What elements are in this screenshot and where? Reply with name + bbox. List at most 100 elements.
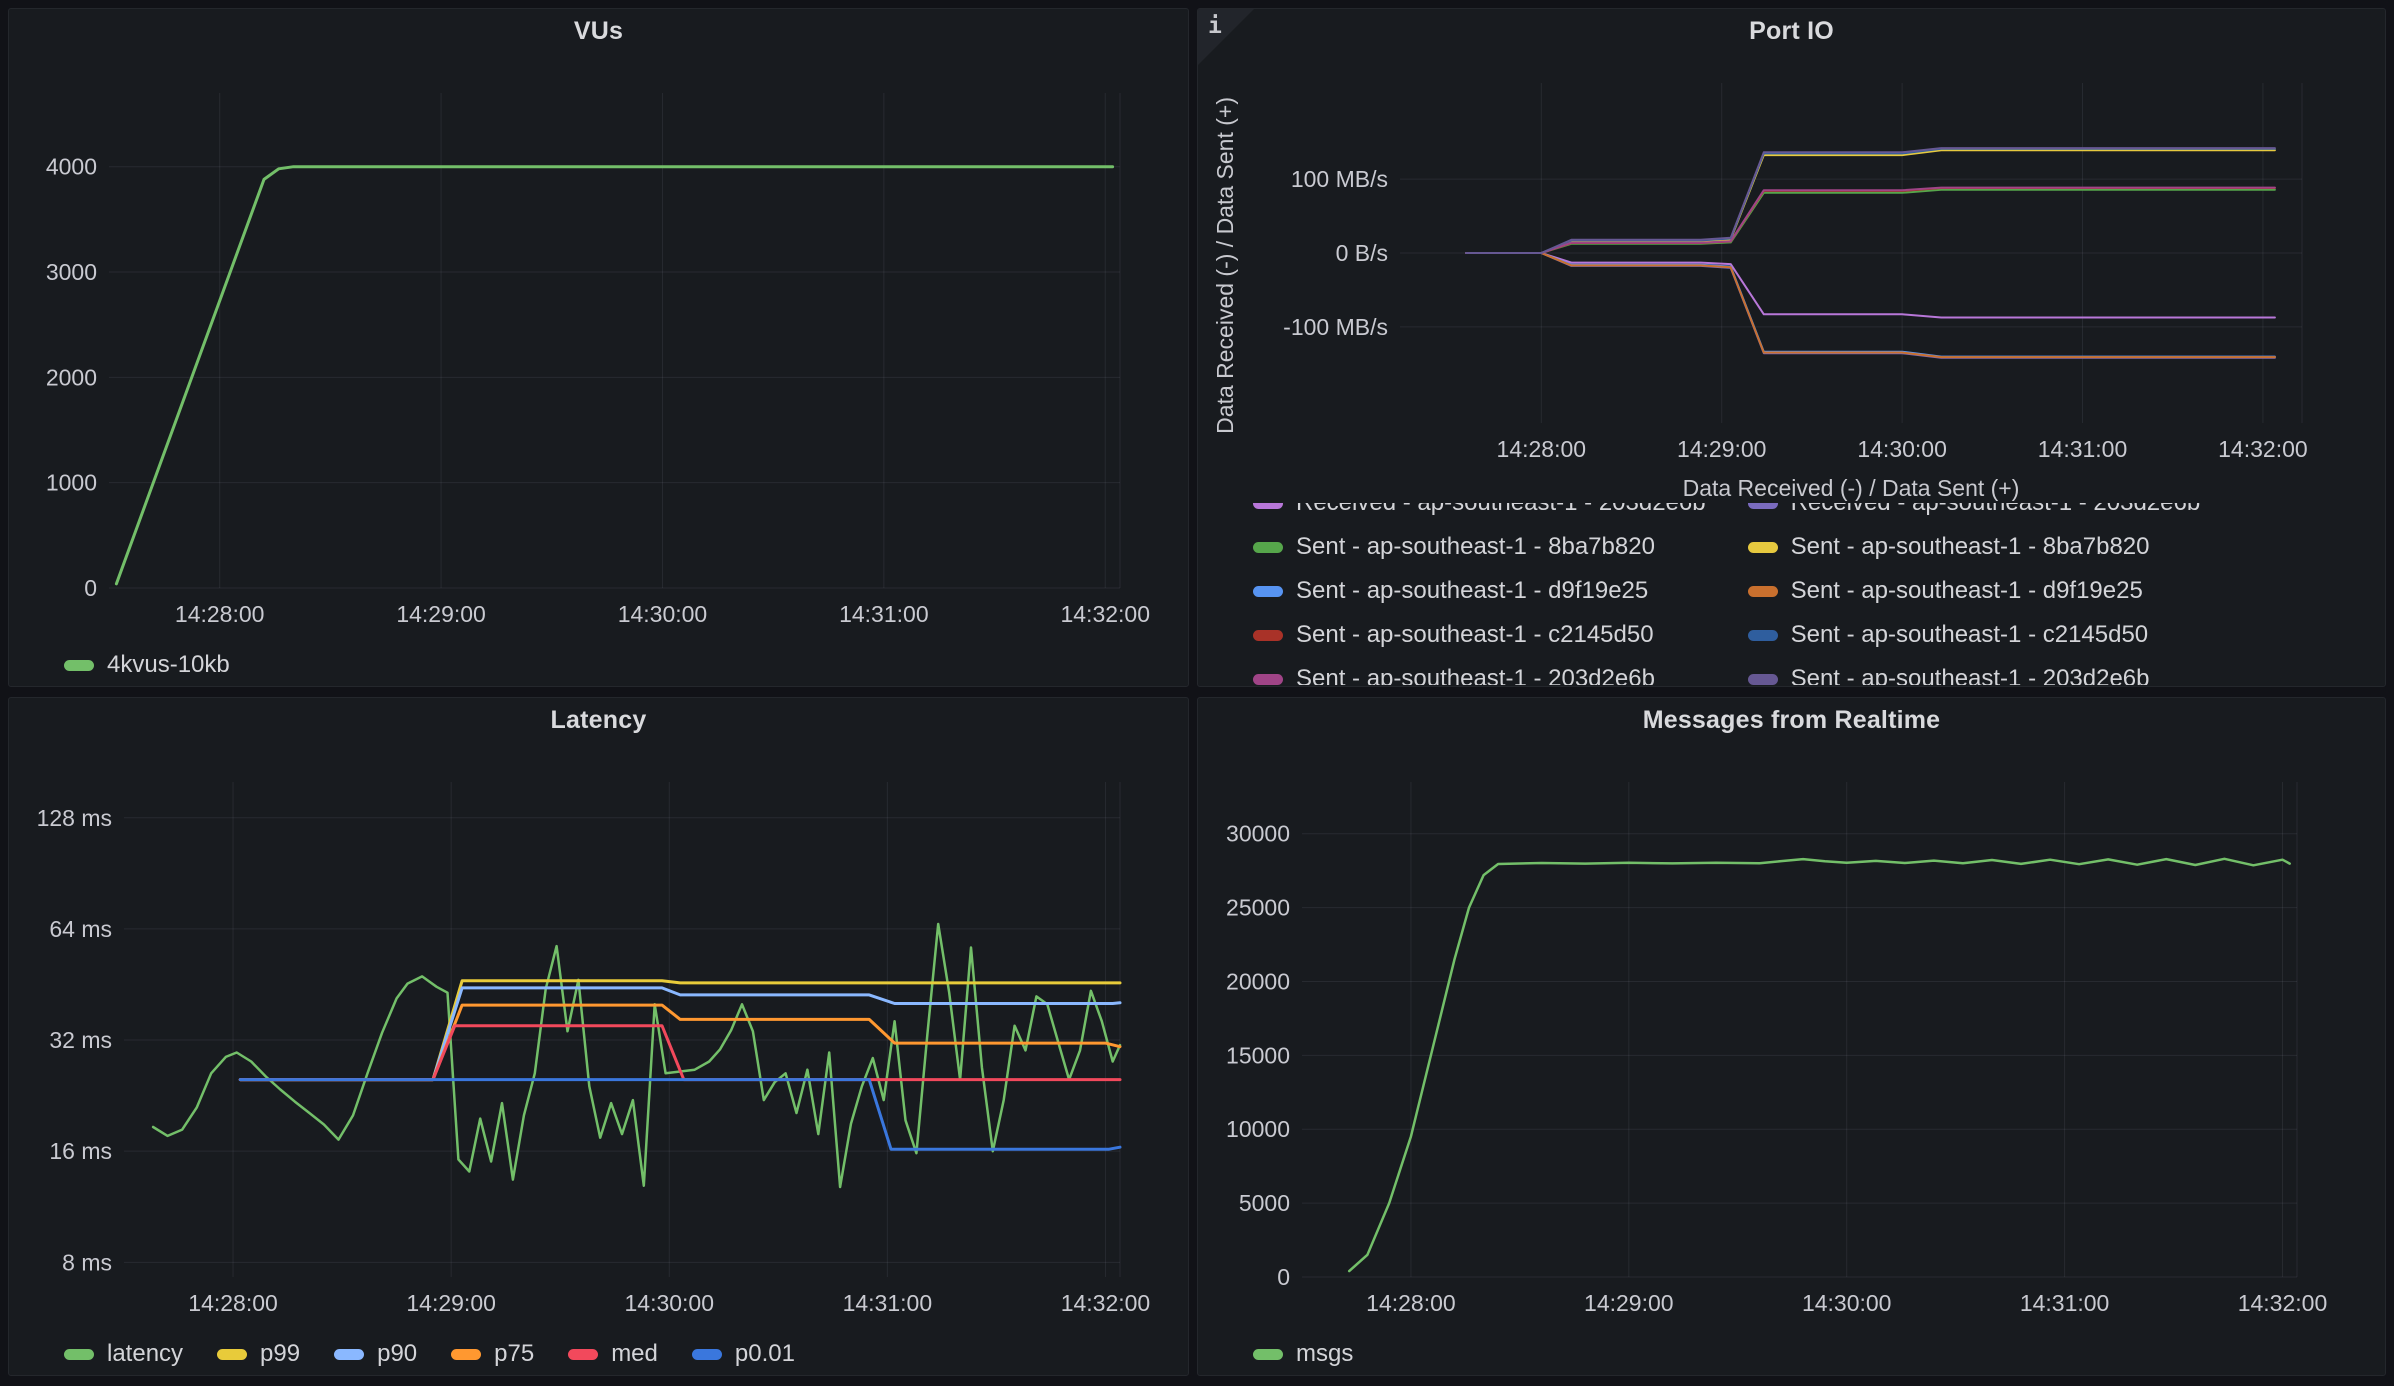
messages-legend: msgs [1198,1332,2385,1376]
series-line[interactable] [1466,150,2275,253]
x-tick-label: 14:29:00 [396,601,486,627]
legend-label: p90 [377,1340,417,1368]
series-line[interactable] [1466,253,2275,357]
vus-chart: 0100020003000400014:28:0014:29:0014:30:0… [9,53,1188,641]
legend-item[interactable]: Sent - ap-southeast-1 - d9f19e25 [1253,569,1706,613]
x-tick-label: 14:29:00 [406,1290,496,1316]
x-tick-label: 14:31:00 [2020,1290,2110,1316]
legend-swatch [1253,630,1283,641]
legend-swatch [1253,542,1283,553]
messages-chart: 05000100001500020000250003000014:28:0014… [1198,742,2385,1330]
series-line[interactable] [240,988,1120,1080]
legend-item[interactable]: Sent - ap-southeast-1 - 203d2e6b [1253,657,1706,685]
legend-swatch [1253,1349,1283,1360]
legend-item[interactable]: Sent - ap-southeast-1 - 8ba7b820 [1253,525,1706,569]
legend-item[interactable]: Sent - ap-southeast-1 - c2145d50 [1253,613,1706,657]
legend-label: p75 [494,1340,534,1368]
legend-item[interactable]: Sent - ap-southeast-1 - c2145d50 [1748,613,2201,657]
legend-item[interactable]: latency [64,1340,183,1368]
series-line[interactable] [1466,149,2275,253]
legend-swatch [1253,503,1283,509]
legend-item[interactable]: p90 [334,1340,417,1368]
panel-title-port-io: Port IO [1198,9,2385,53]
y-tick-label: 8 ms [62,1249,112,1275]
legend-swatch [64,1349,94,1360]
legend-swatch [334,1349,364,1360]
legend-swatch [1748,630,1778,641]
y-tick-label: 30000 [1226,821,1290,847]
legend-swatch [1253,674,1283,685]
series-line[interactable] [1466,253,2275,318]
legend-swatch [1748,674,1778,685]
legend-label: Sent - ap-southeast-1 - 8ba7b820 [1791,533,2150,561]
y-tick-label: 20000 [1226,968,1290,994]
panel-title-messages: Messages from Realtime [1198,698,2385,742]
legend-item[interactable]: msgs [1253,1340,1353,1368]
series-line[interactable] [1466,148,2275,253]
port-io-chart: 100 MB/s0 B/s-100 MB/s14:28:0014:29:0014… [1198,53,2385,473]
legend-item[interactable]: 4kvus-10kb [64,651,230,679]
y-tick-label: 1000 [46,470,97,496]
series-line[interactable] [116,167,1112,584]
x-tick-label: 14:28:00 [175,601,265,627]
y-tick-label: 16 ms [49,1138,112,1164]
x-tick-label: 14:28:00 [188,1290,278,1316]
series-line[interactable] [1466,253,2275,357]
legend-item[interactable]: Received - ap-southeast-1 - 203d2e6b [1748,503,2201,525]
legend-label: p0.01 [735,1340,795,1368]
x-tick-label: 14:28:00 [1366,1290,1456,1316]
legend-label: Sent - ap-southeast-1 - 203d2e6b [1791,665,2150,685]
legend-label: Sent - ap-southeast-1 - 203d2e6b [1296,665,1655,685]
y-tick-label: 100 MB/s [1291,166,1388,192]
y-tick-label: 4000 [46,154,97,180]
legend-item[interactable]: Sent - ap-southeast-1 - 203d2e6b [1748,657,2201,685]
legend-item[interactable]: p0.01 [692,1340,795,1368]
legend-item[interactable]: Sent - ap-southeast-1 - 8ba7b820 [1748,525,2201,569]
legend-label: 4kvus-10kb [107,651,230,679]
legend-label: Sent - ap-southeast-1 - c2145d50 [1296,621,1654,649]
series-line[interactable] [153,924,1120,1187]
x-tick-label: 14:31:00 [843,1290,933,1316]
series-line[interactable] [240,1026,1120,1080]
y-tick-label: 25000 [1226,895,1290,921]
x-tick-label: 14:30:00 [618,601,708,627]
legend-swatch [692,1349,722,1360]
series-line[interactable] [1466,188,2275,253]
port-io-legend: Received - ap-southeast-1 - 203d2e6b Rece… [1198,503,2385,685]
legend-swatch [1748,503,1778,509]
x-tick-label: 14:30:00 [624,1290,714,1316]
legend-swatch [217,1349,247,1360]
port-io-x-axis-label: Data Received (-) / Data Sent (+) [1400,473,2302,503]
series-line[interactable] [1349,859,2290,1271]
y-tick-label: 5000 [1239,1190,1290,1216]
latency-legend: latency p99 p90 p75 med p0.01 [9,1332,1188,1376]
legend-label: p99 [260,1340,300,1368]
panel-messages-from-realtime: Messages from Realtime 05000100001500020… [1197,697,2386,1376]
legend-item[interactable]: med [568,1340,658,1368]
y-tick-label: 3000 [46,259,97,285]
legend-item[interactable]: Sent - ap-southeast-1 - d9f19e25 [1748,569,2201,613]
legend-item[interactable]: p75 [451,1340,534,1368]
panel-title-vus: VUs [9,9,1188,53]
panel-info-icon[interactable]: i [1198,9,1254,65]
panel-vus: VUs 0100020003000400014:28:0014:29:0014:… [8,8,1189,687]
legend-item[interactable]: p99 [217,1340,300,1368]
legend-item[interactable]: Received - ap-southeast-1 - 203d2e6b [1253,503,1706,525]
y-tick-label: 128 ms [37,805,112,831]
legend-label: Received - ap-southeast-1 - 203d2e6b [1296,503,1706,517]
x-tick-label: 14:32:00 [1060,601,1150,627]
port-io-y-axis-label-wrap: Data Received (-) / Data Sent (+) [1212,97,1244,441]
x-tick-label: 14:29:00 [1584,1290,1674,1316]
y-tick-label: 2000 [46,364,97,390]
legend-label: Sent - ap-southeast-1 - 8ba7b820 [1296,533,1655,561]
x-tick-label: 14:32:00 [2218,436,2308,462]
series-line[interactable] [1466,253,2275,358]
panel-port-io: i Data Received (-) / Data Sent (+) Port… [1197,8,2386,687]
x-tick-label: 14:31:00 [839,601,929,627]
legend-swatch [1253,586,1283,597]
legend-label: Received - ap-southeast-1 - 203d2e6b [1791,503,2201,517]
y-tick-label: 10000 [1226,1116,1290,1142]
legend-swatch [451,1349,481,1360]
info-icon: i [1208,13,1222,39]
port-io-y-axis-label: Data Received (-) / Data Sent (+) [1212,97,1239,434]
